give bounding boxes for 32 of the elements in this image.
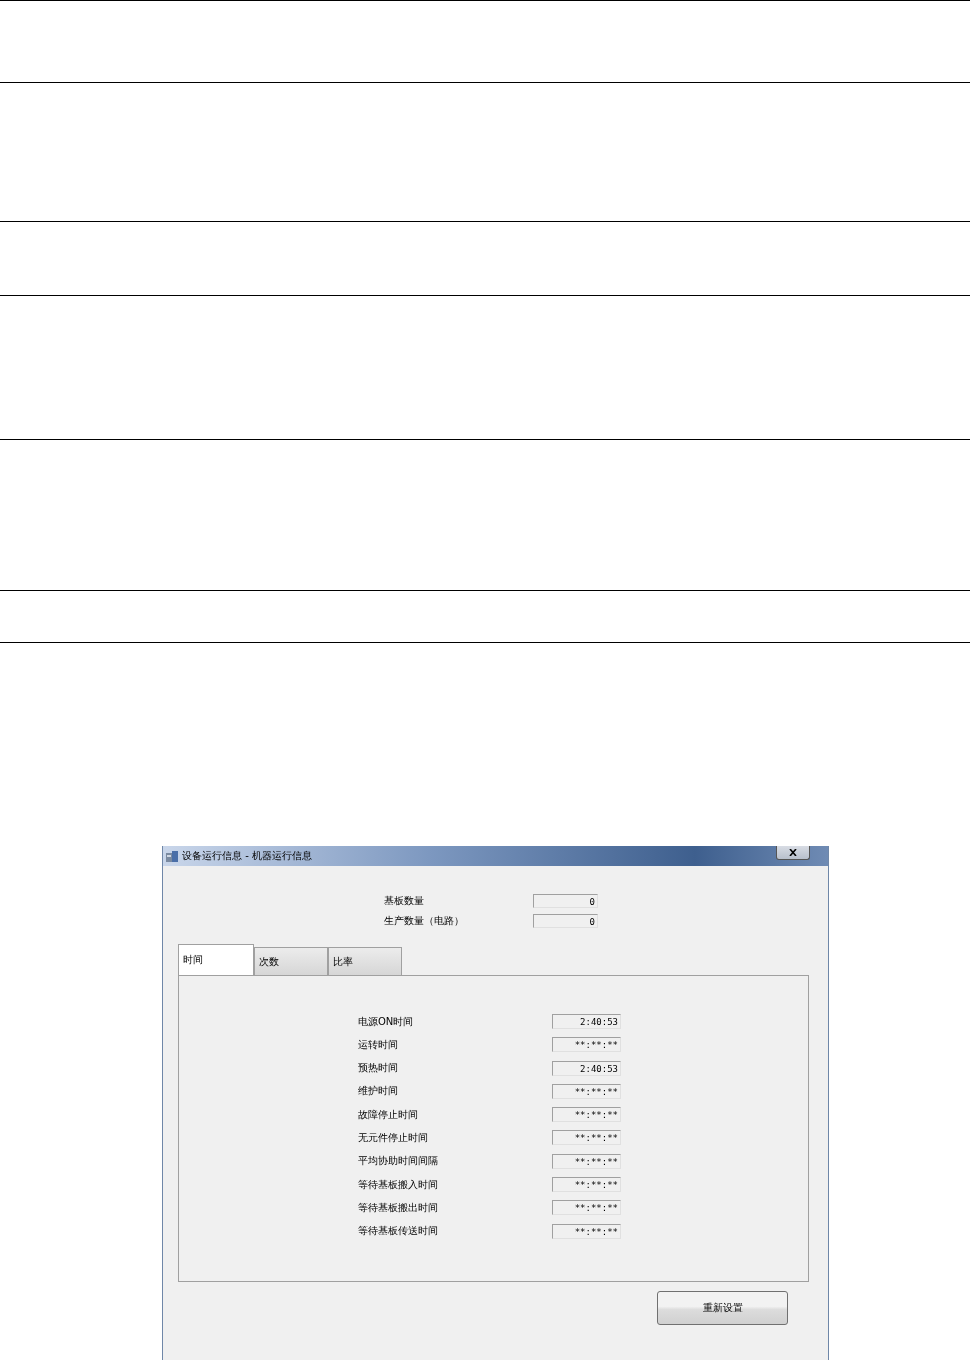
reset-button[interactable]: 重新设置: [657, 1291, 788, 1325]
field-label: 平均协助时间间隔: [358, 1154, 439, 1169]
field-label: 生产数量（电路）: [384, 914, 465, 928]
readonly-field[interactable]: **:**:**: [552, 1083, 621, 1099]
close-icon: [789, 849, 797, 856]
field-label: 等待基板传送时间: [358, 1224, 439, 1239]
readonly-field[interactable]: 2:40:53: [552, 1060, 621, 1076]
readonly-field[interactable]: 0: [533, 894, 598, 908]
field-label: 电源ON时间: [358, 1014, 415, 1029]
window-title: 设备运行信息 - 机器运行信息: [182, 849, 312, 863]
readonly-field[interactable]: **:**:**: [552, 1130, 621, 1146]
readonly-field[interactable]: **:**:**: [552, 1107, 621, 1123]
field-label: 故障停止时间: [358, 1107, 419, 1122]
readonly-field[interactable]: **:**:**: [552, 1177, 621, 1193]
field-label: 维护时间: [358, 1084, 399, 1099]
field-label: 运转时间: [358, 1037, 399, 1052]
readonly-field[interactable]: **:**:**: [552, 1037, 621, 1053]
readonly-field[interactable]: **:**:**: [552, 1153, 621, 1169]
readonly-field[interactable]: **:**:**: [552, 1223, 621, 1239]
readonly-field[interactable]: 0: [533, 914, 598, 928]
field-label: 等待基板搬出时间: [358, 1200, 439, 1215]
field-label: 基板数量: [384, 894, 425, 908]
field-label: 无元件停止时间: [358, 1131, 429, 1145]
close-button[interactable]: [776, 846, 810, 860]
readonly-field[interactable]: **:**:**: [552, 1200, 621, 1216]
field-label: 预热时间: [358, 1061, 399, 1076]
field-label: 等待基板搬入时间: [358, 1177, 439, 1192]
readonly-field[interactable]: 2:40:53: [552, 1014, 621, 1029]
tab[interactable]: 比率: [328, 947, 402, 975]
tab[interactable]: 次数: [254, 947, 328, 975]
tab[interactable]: 时间: [178, 944, 254, 975]
machine-icon: [166, 850, 178, 862]
